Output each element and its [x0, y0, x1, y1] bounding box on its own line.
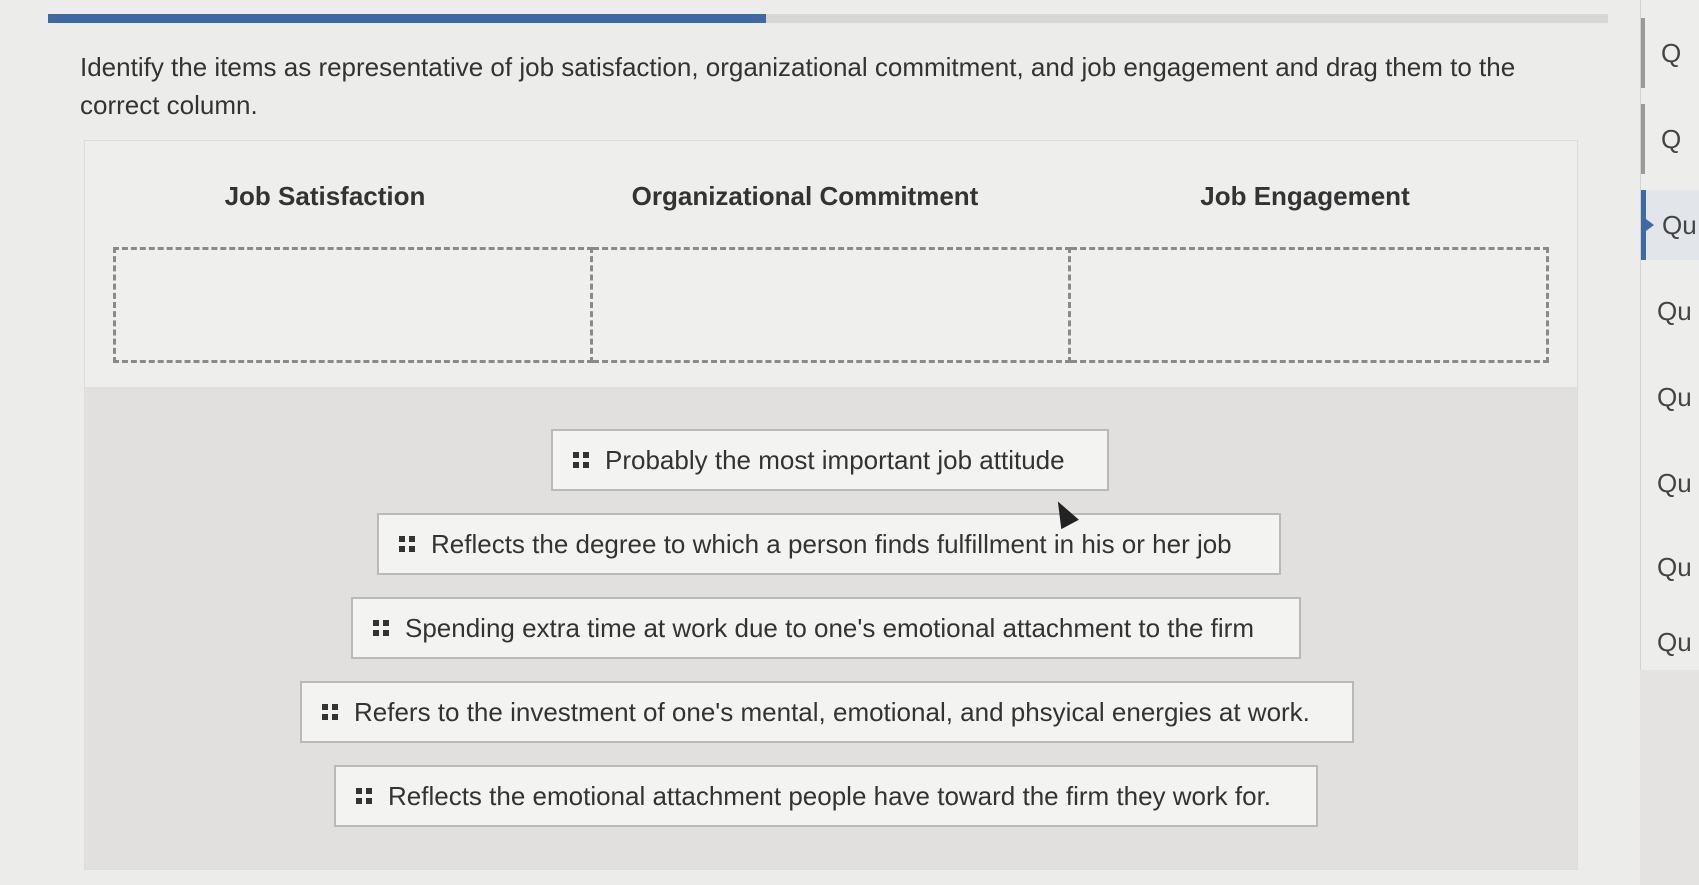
drag-item-text: Spending extra time at work due to one's…: [405, 612, 1254, 643]
drag-item[interactable]: Probably the most important job attitude: [551, 429, 1109, 491]
question-nav-item[interactable]: Qu: [1641, 532, 1699, 602]
question-navigator: Q Q Qu Qu Qu Qu Qu Qu: [1640, 0, 1699, 670]
question-nav-item-current[interactable]: Qu: [1641, 190, 1699, 260]
question-nav-item[interactable]: Q: [1641, 104, 1699, 174]
item-bank: Probably the most important job attitude…: [85, 387, 1577, 869]
question-nav-item[interactable]: Qu: [1641, 448, 1699, 518]
quiz-page: Identify the items as representative of …: [0, 0, 1640, 885]
progress-bar: [48, 14, 1608, 23]
dropzone-job-engagement[interactable]: [1071, 247, 1549, 363]
dropzone-job-satisfaction[interactable]: [113, 247, 593, 363]
drag-item[interactable]: Reflects the degree to which a person fi…: [377, 513, 1281, 575]
drag-handle-icon: [373, 620, 389, 636]
question-prompt: Identify the items as representative of …: [80, 52, 1516, 120]
drag-item-text: Reflects the degree to which a person fi…: [431, 528, 1232, 559]
question-nav-item[interactable]: Qu: [1641, 276, 1699, 346]
drag-item-text: Probably the most important job attitude: [605, 444, 1065, 475]
drag-item-text: Refers to the investment of one's mental…: [354, 696, 1310, 727]
question-nav-item[interactable]: Qu: [1641, 614, 1699, 670]
drag-handle-icon: [356, 788, 372, 804]
question-nav-item[interactable]: Qu: [1641, 362, 1699, 432]
column-header-job-engagement: Job Engagement: [1200, 181, 1410, 211]
column-header-organizational-commitment: Organizational Commitment: [631, 181, 979, 211]
drag-item-text: Reflects the emotional attachment people…: [388, 780, 1272, 811]
column-header-job-satisfaction: Job Satisfaction: [224, 181, 426, 211]
drag-item[interactable]: Refers to the investment of one's mental…: [300, 681, 1354, 743]
drag-item[interactable]: Reflects the emotional attachment people…: [334, 765, 1318, 827]
drag-handle-icon: [399, 536, 415, 552]
progress-bar-fill: [48, 14, 766, 23]
drag-handle-icon: [573, 452, 589, 468]
question-nav-item[interactable]: Q: [1641, 18, 1699, 88]
drag-item[interactable]: Spending extra time at work due to one's…: [351, 597, 1301, 659]
drag-drop-panel: Job Satisfaction Organizational Commitme…: [84, 140, 1578, 870]
drag-handle-icon: [322, 704, 338, 720]
dropzone-organizational-commitment[interactable]: [593, 247, 1071, 363]
drop-zones: [113, 247, 1549, 363]
